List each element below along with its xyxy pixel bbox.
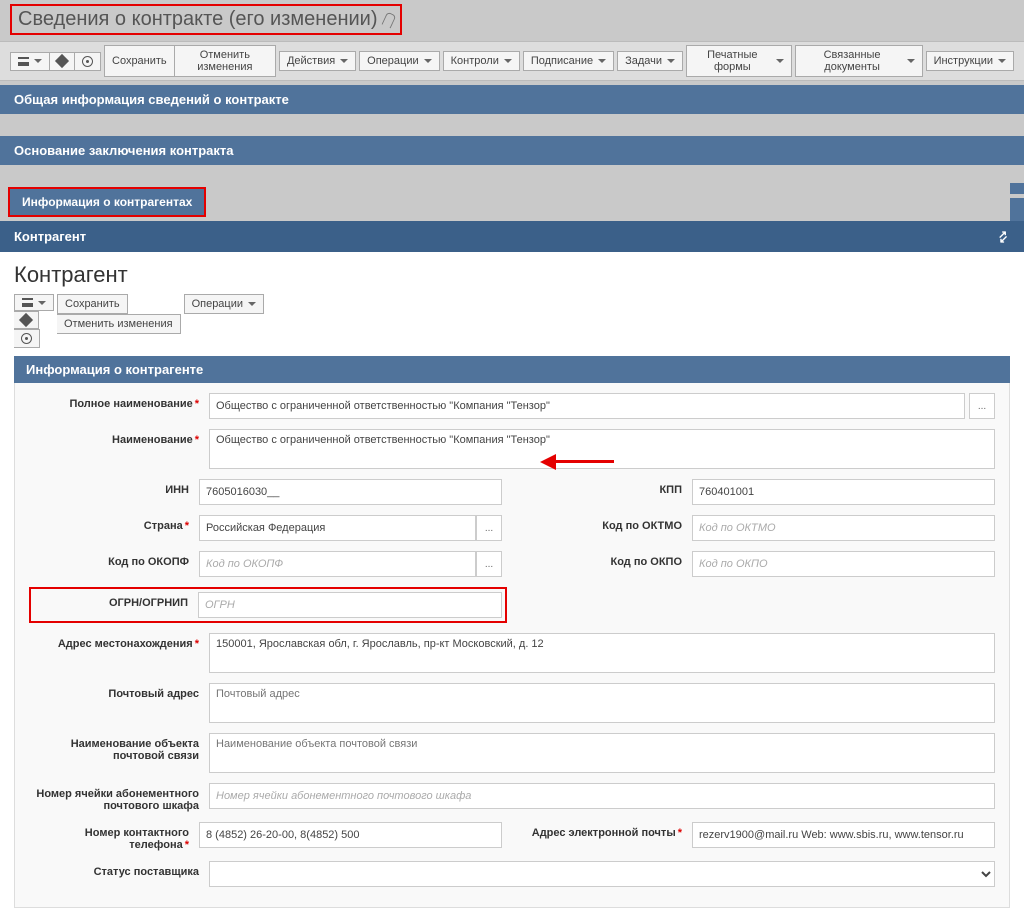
page-title: Сведения о контракте (его изменении) [10, 4, 402, 35]
input-inn[interactable] [199, 479, 502, 505]
label-phone: Номер контактного телефона* [29, 822, 199, 851]
select-supplierstatus[interactable] [209, 861, 995, 887]
contragent-panel-title: Контрагент [14, 229, 86, 244]
menu-icon [22, 298, 33, 307]
panel-cancel-button[interactable]: Отменить изменения [57, 314, 181, 334]
label-postaddress: Почтовый адрес [29, 683, 209, 700]
label-fullname: Полное наименование* [29, 393, 209, 410]
tag-icon [19, 313, 33, 327]
target-icon [21, 333, 32, 344]
panel-target-button[interactable] [14, 329, 40, 348]
cancel-button[interactable]: Отменить изменения [175, 45, 276, 77]
label-name: Наименование* [29, 429, 209, 446]
main-toolbar: Сохранить Отменить изменения Действия Оп… [0, 41, 1024, 81]
tasks-dropdown[interactable]: Задачи [617, 51, 683, 71]
label-email: Адрес электронной почты* [522, 822, 692, 848]
printforms-dropdown[interactable]: Печатные формы [686, 45, 792, 77]
input-email[interactable] [692, 822, 995, 848]
label-address: Адрес местонахождения* [29, 633, 209, 650]
lookup-country[interactable]: ... [476, 515, 502, 541]
signing-dropdown[interactable]: Подписание [523, 51, 614, 71]
tag-icon [55, 54, 69, 68]
label-postobjname: Наименование объекта почтовой связи [29, 733, 209, 762]
highlight-section-contragents: Информация о контрагентах [8, 187, 206, 217]
section-general-info[interactable]: Общая информация сведений о контракте [0, 85, 1024, 114]
input-postaddress[interactable] [209, 683, 995, 723]
label-kpp: КПП [522, 479, 692, 505]
input-fullname[interactable] [209, 393, 965, 419]
attachment-icon[interactable] [381, 11, 396, 28]
section-basis[interactable]: Основание заключения контракта [0, 136, 1024, 165]
section-contragents-info[interactable]: Информация о контрагентах [10, 189, 204, 215]
target-icon [82, 56, 93, 67]
menu-button[interactable] [10, 52, 50, 71]
panel-title: Контрагент [14, 262, 1010, 288]
actions-dropdown[interactable]: Действия [279, 51, 356, 71]
lookup-fullname[interactable]: ... [969, 393, 995, 419]
input-okpo[interactable] [692, 551, 995, 577]
input-ogrn[interactable] [198, 592, 502, 618]
menu-icon [18, 57, 29, 66]
label-oktmo: Код по ОКТМО [522, 515, 692, 541]
label-country: Страна* [29, 515, 199, 541]
contragent-panel-header: Контрагент [0, 221, 1024, 252]
input-oktmo[interactable] [692, 515, 995, 541]
label-inn: ИНН [29, 479, 199, 505]
input-address[interactable] [209, 633, 995, 673]
panel-operations-dropdown[interactable]: Операции [184, 294, 264, 314]
tag-button[interactable] [50, 52, 75, 71]
form-area: Полное наименование* ... Наименование* И… [14, 383, 1010, 908]
input-boxnumber[interactable] [209, 783, 995, 809]
save-button[interactable]: Сохранить [104, 45, 175, 77]
label-okpo: Код по ОКПО [522, 551, 692, 577]
panel-toolbar: Сохранить Отменить изменения Операции [14, 294, 1010, 348]
input-postobjname[interactable] [209, 733, 995, 773]
target-button[interactable] [75, 52, 101, 71]
page-title-text: Сведения о контракте (его изменении) [18, 8, 378, 31]
label-supplierstatus: Статус поставщика [29, 861, 209, 878]
input-okopf[interactable] [199, 551, 476, 577]
label-boxnumber: Номер ячейки абонементного почтового шка… [29, 783, 209, 812]
instructions-dropdown[interactable]: Инструкции [926, 51, 1014, 71]
relateddocs-dropdown[interactable]: Связанные документы [795, 45, 923, 77]
input-phone[interactable] [199, 822, 502, 848]
expand-icon[interactable] [996, 230, 1010, 244]
label-okopf: Код по ОКОПФ [29, 551, 199, 577]
input-name[interactable] [209, 429, 995, 469]
panel-save-button[interactable]: Сохранить [57, 294, 128, 314]
lookup-okopf[interactable]: ... [476, 551, 502, 577]
operations-dropdown[interactable]: Операции [359, 51, 439, 71]
input-country[interactable] [199, 515, 476, 541]
sub-header: Информация о контрагенте [14, 356, 1010, 383]
controls-dropdown[interactable]: Контроли [443, 51, 520, 71]
input-kpp[interactable] [692, 479, 995, 505]
panel-menu-button[interactable] [14, 294, 54, 311]
label-ogrn: ОГРН/ОГРНИП [34, 592, 198, 618]
panel-tag-button[interactable] [14, 311, 39, 329]
